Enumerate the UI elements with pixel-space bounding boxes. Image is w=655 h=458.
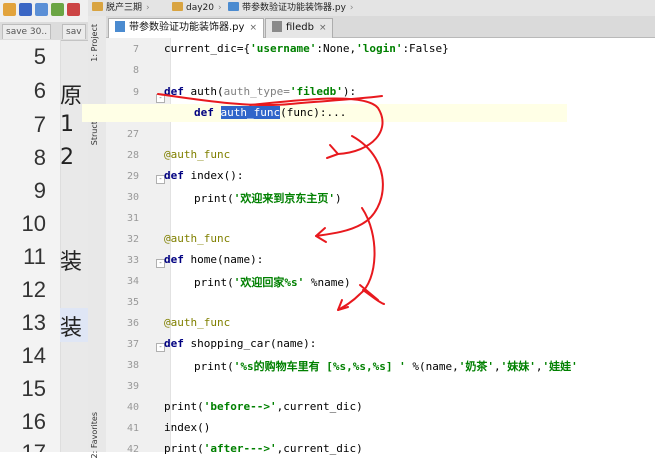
close-tab-icon[interactable]: × — [319, 23, 327, 33]
slide-line-number: 6 — [33, 78, 46, 103]
background-tab[interactable]: sav — [62, 24, 86, 39]
line-number: 38 — [126, 360, 139, 371]
file-icon — [272, 21, 282, 32]
save-icon[interactable] — [19, 3, 32, 16]
project-tool-button[interactable]: 1: Project — [90, 24, 104, 62]
slide-line-number: 10 — [21, 211, 46, 236]
slide-text: 装 — [60, 250, 83, 275]
folder-icon — [172, 2, 183, 11]
code-line: print('before-->',current_dic) — [164, 400, 363, 413]
slide-line-number: 16 — [21, 409, 46, 434]
editor-tab[interactable]: filedb × — [265, 18, 334, 38]
code-line: print('after--->',current_dic) — [164, 442, 363, 455]
slide-line-number: 17 — [0, 440, 46, 452]
code-line: def shopping_car(name): — [164, 337, 317, 350]
line-number: 7 — [132, 44, 139, 55]
line-number: 32 — [126, 234, 139, 245]
line-number: 31 — [126, 213, 139, 224]
code-line: def home(name): — [164, 253, 264, 266]
tool-window-strip: 1: Project Structure 2: Favorites — [88, 16, 107, 458]
slide-line-number: 15 — [21, 376, 46, 401]
slide-line-number: 7 — [33, 112, 46, 137]
line-number: 40 — [126, 402, 139, 413]
slide-line-number: 8 — [33, 145, 46, 170]
breadcrumb-item[interactable]: day20 › — [172, 1, 222, 15]
python-file-icon — [228, 2, 239, 11]
slide-line-number: 13 — [21, 310, 46, 335]
background-tabs: save 30.. sav — [0, 22, 88, 41]
slide-text: 1 — [60, 112, 74, 137]
code-line: @auth_func — [164, 232, 231, 245]
breadcrumb-item[interactable]: 带参数验证功能装饰器.py › — [228, 1, 354, 15]
line-number: 42 — [126, 444, 139, 455]
code-line: current_dic={'username':None,'login':Fal… — [164, 42, 449, 55]
line-number: 35 — [126, 297, 139, 308]
slide-line-number: 14 — [21, 343, 46, 368]
save-all-icon[interactable] — [35, 3, 48, 16]
python-file-icon — [115, 21, 125, 32]
close-tab-icon[interactable]: × — [249, 23, 257, 33]
folder-icon — [92, 2, 103, 11]
line-number: 29 — [126, 171, 139, 182]
line-number: 27 — [126, 129, 139, 140]
background-tab[interactable]: save 30.. — [2, 24, 52, 39]
selected-text: auth_func — [220, 106, 281, 119]
slide-text: 2 — [60, 145, 74, 170]
ide-window: 脱产三期 › day20 › 带参数验证功能装饰器.py › 1: Project S… — [88, 0, 655, 458]
undo-icon[interactable] — [67, 3, 80, 16]
slide-line-number: 11 — [23, 244, 46, 269]
line-number: 33 — [126, 255, 139, 266]
line-number: 9 — [132, 87, 139, 98]
slide-text: 原 — [60, 84, 83, 109]
slide-line-number: 12 — [21, 277, 46, 302]
code-line: @auth_func — [164, 316, 231, 329]
slide-line-number: 9 — [33, 178, 46, 203]
breadcrumb-item[interactable]: 脱产三期 › — [92, 1, 150, 15]
background-toolbar — [0, 0, 88, 23]
code-line: print('欢迎回家%s' %name) — [194, 276, 351, 289]
line-number: 28 — [126, 150, 139, 161]
line-number: 37 — [126, 339, 139, 350]
line-number: 41 — [126, 423, 139, 434]
line-number: 8 — [132, 65, 139, 76]
line-number: 36 — [126, 318, 139, 329]
code-line: def auth(auth_type='filedb'): — [164, 85, 357, 98]
line-number: 34 — [126, 276, 139, 287]
background-slide-window: save 30.. sav 5 6 7 8 9 10 11 12 13 14 1… — [0, 0, 88, 452]
slide-text: 装 — [60, 316, 83, 341]
navigation-bar: 脱产三期 › day20 › 带参数验证功能装饰器.py › — [88, 0, 655, 17]
slide-line-number: 5 — [33, 44, 46, 69]
favorites-tool-button[interactable]: 2: Favorites — [90, 412, 104, 458]
code-line: print('%s的购物车里有 [%s,%s,%s] ' %(name,'奶茶'… — [194, 360, 578, 373]
editor-tab-bar: 带参数验证功能装饰器.py × filedb × — [106, 16, 655, 38]
code-line: def auth_func(func):... — [194, 106, 347, 119]
line-number: 30 — [126, 192, 139, 203]
open-icon[interactable] — [3, 3, 16, 16]
code-line: @auth_func — [164, 148, 231, 161]
line-number: 39 — [126, 381, 139, 392]
print-icon[interactable] — [51, 3, 64, 16]
editor-tab-active[interactable]: 带参数验证功能装饰器.py × — [108, 18, 264, 38]
code-line: print('欢迎来到京东主页') — [194, 192, 342, 205]
code-line: def index(): — [164, 169, 244, 182]
code-line: index() — [164, 421, 211, 434]
